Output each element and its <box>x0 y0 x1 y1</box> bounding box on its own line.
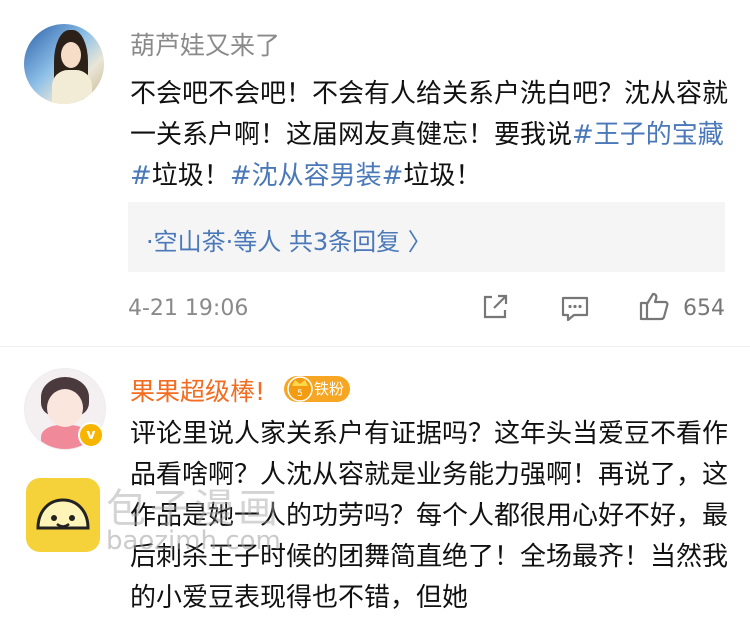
replies-summary-link[interactable]: ·空山茶·等人 共3条回复 〉 <box>146 222 432 257</box>
comment-username[interactable]: 葫芦娃又来了 <box>130 26 280 62</box>
like-count: 654 <box>683 296 725 321</box>
share-icon[interactable] <box>480 292 510 322</box>
watermark-url: baozimh.com <box>106 526 281 556</box>
avatar[interactable] <box>24 24 104 104</box>
watermark-logo-icon <box>26 478 100 552</box>
comment-icon[interactable] <box>560 294 590 324</box>
replies-summary-box[interactable]: ·空山茶·等人 共3条回复 〉 <box>128 202 725 272</box>
divider <box>0 346 750 347</box>
comment-text: 不会吧不会吧！不会有人给关系户洗白吧？沈从容就一关系户啊！这届网友真健忘！要我说… <box>130 74 730 197</box>
comment-timestamp: 4-21 19:06 <box>128 296 249 321</box>
comment-text-part: 垃圾！ <box>403 161 482 191</box>
svg-text:5: 5 <box>297 389 303 399</box>
like-icon[interactable] <box>638 290 670 322</box>
crown-icon: 5 <box>287 376 313 402</box>
verified-badge-icon: v <box>78 422 104 448</box>
hashtag-link[interactable]: #沈从容男装# <box>230 161 404 191</box>
comment-username[interactable]: 果果超级棒! <box>130 372 265 408</box>
comment-text-part: 垃圾！ <box>151 161 230 191</box>
